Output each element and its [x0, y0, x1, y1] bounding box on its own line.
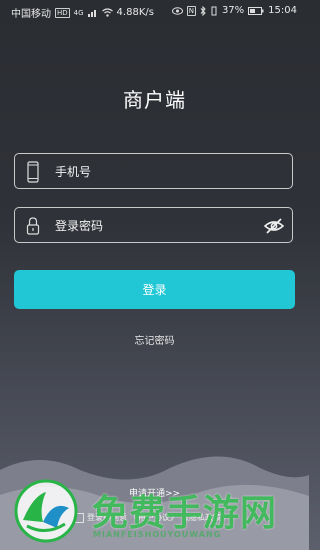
- watermark-text: 免费手游网: [92, 493, 278, 534]
- password-field[interactable]: [14, 207, 293, 244]
- battery-icon: [248, 6, 264, 15]
- network-type: 4G: [73, 8, 84, 17]
- watermark-subtext: MIANFEISHOUYOUWANG: [93, 530, 222, 539]
- carrier-label: 中国移动: [11, 9, 51, 20]
- nfc-icon: N: [186, 5, 196, 16]
- phone-input[interactable]: [53, 154, 247, 190]
- page-title: 商户端: [123, 88, 186, 112]
- password-input[interactable]: [53, 208, 247, 244]
- phone-field[interactable]: [14, 153, 293, 190]
- watermark-logo: [14, 479, 78, 543]
- battery-percent: 37%: [221, 5, 245, 16]
- speed-label: 4.88K/s: [116, 7, 154, 18]
- vibrate-icon: [211, 6, 217, 15]
- forgot-password-link[interactable]: 忘记密码: [0, 332, 309, 347]
- hd-badge: HD: [55, 7, 70, 18]
- eye-off-icon[interactable]: [264, 217, 284, 235]
- clock: 15:04: [268, 5, 297, 16]
- phone-icon: [27, 161, 39, 183]
- lock-icon: [26, 217, 40, 235]
- login-button[interactable]: 登录: [14, 270, 295, 309]
- eye-status-icon: [171, 6, 183, 15]
- wifi-icon: [101, 8, 113, 17]
- status-bar: 中国移动 HD 4G 4.88K/s N 37% 15:04: [0, 0, 309, 22]
- bluetooth-icon: [200, 5, 206, 16]
- signal-icon: [87, 10, 96, 17]
